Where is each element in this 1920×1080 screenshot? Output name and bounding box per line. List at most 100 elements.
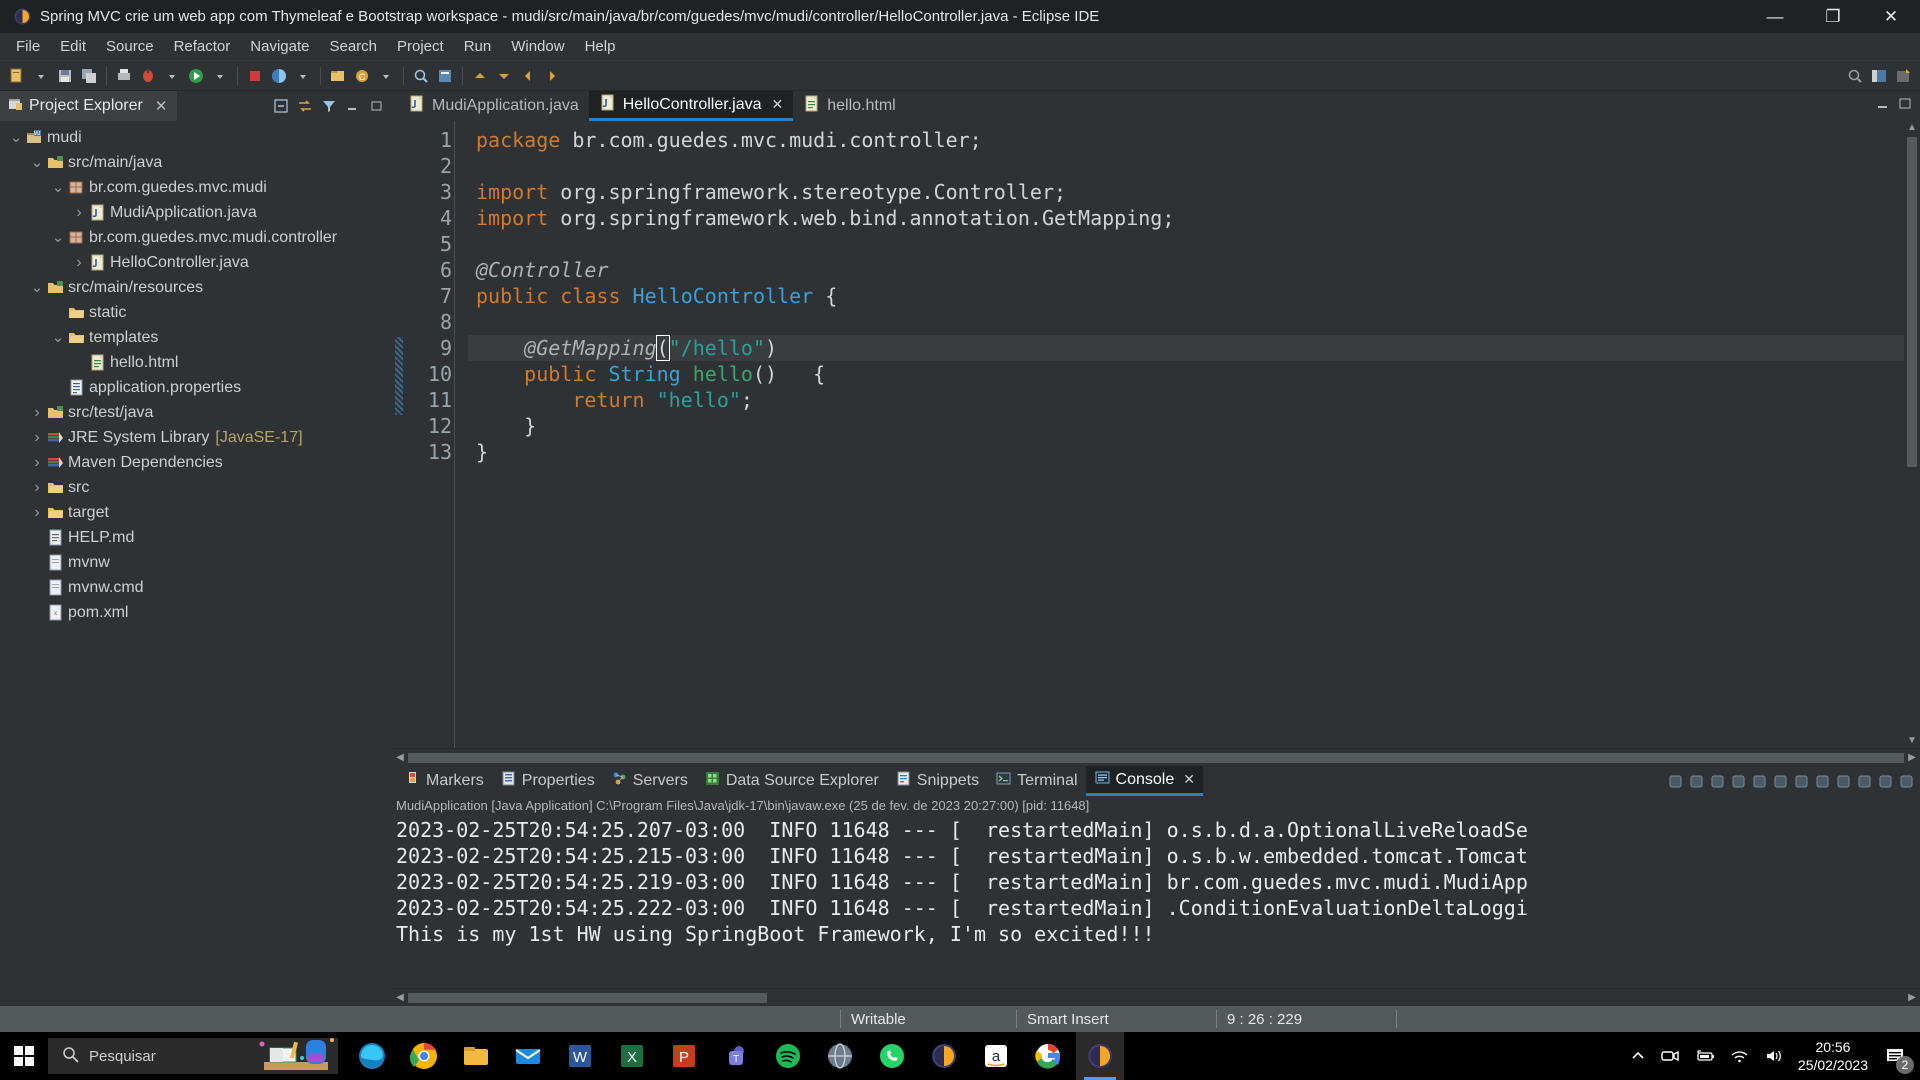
debug-dropdown-icon[interactable] xyxy=(161,65,183,87)
editor-tab-row[interactable]: MudiApplication.java HelloController.java… xyxy=(392,91,1920,121)
editor-horizontal-scrollbar[interactable]: ◀ ▶ xyxy=(392,748,1920,766)
spotify-icon[interactable] xyxy=(764,1032,812,1080)
console-scroll-left-arrow[interactable]: ◀ xyxy=(392,992,408,1003)
minimize-console-icon[interactable] xyxy=(1877,773,1893,789)
bottom-panel-tab[interactable]: Terminal xyxy=(987,766,1085,796)
taskbar-search-box[interactable]: Pesquisar xyxy=(48,1038,338,1074)
tree-item[interactable]: › src xyxy=(0,475,392,500)
vertical-scroll-thumb[interactable] xyxy=(1907,137,1917,467)
teams-icon[interactable]: T xyxy=(712,1032,760,1080)
chevron-down-icon[interactable]: ⌄ xyxy=(50,180,66,195)
chevron-right-icon[interactable]: › xyxy=(29,454,45,472)
code-line[interactable]: import org.springframework.web.bind.anno… xyxy=(468,205,1920,231)
next-annotation-icon[interactable] xyxy=(493,65,515,87)
save-icon[interactable] xyxy=(54,65,76,87)
file-explorer-icon[interactable] xyxy=(452,1032,500,1080)
display-console-icon[interactable] xyxy=(1814,773,1830,789)
menu-item-run[interactable]: Run xyxy=(454,36,502,57)
horizontal-scroll-track[interactable] xyxy=(408,752,1904,763)
minimize-editor-icon[interactable] xyxy=(1876,97,1890,116)
code-line[interactable]: @Controller xyxy=(468,257,1920,283)
new-icon[interactable] xyxy=(6,65,28,87)
code-line[interactable] xyxy=(468,153,1920,179)
menu-item-project[interactable]: Project xyxy=(387,36,454,57)
google-icon[interactable] xyxy=(1024,1032,1072,1080)
editor-tab[interactable]: hello.html xyxy=(793,91,905,121)
search-toolbar-icon[interactable] xyxy=(410,65,432,87)
tree-item[interactable]: HELP.md xyxy=(0,525,392,550)
chevron-down-icon[interactable]: ⌄ xyxy=(8,130,24,145)
eclipse-ide-icon[interactable] xyxy=(1076,1032,1124,1080)
scroll-down-arrow[interactable]: ▼ xyxy=(1907,734,1917,748)
source-editor[interactable]: 1 2 3 4 5 6 7 8 9 10 11 12 13 package br.com.guedes.… xyxy=(392,121,1920,748)
menu-item-window[interactable]: Window xyxy=(501,36,574,57)
chevron-down-icon[interactable]: ⌄ xyxy=(50,330,66,345)
print-icon[interactable] xyxy=(113,65,135,87)
tree-item[interactable]: mvnw xyxy=(0,550,392,575)
code-line[interactable]: package br.com.guedes.mvc.mudi.controlle… xyxy=(468,127,1920,153)
tree-item[interactable]: ⌄ br.com.guedes.mvc.mudi.controller xyxy=(0,225,392,250)
scroll-lock-icon[interactable] xyxy=(1751,773,1767,789)
new-dropdown-icon[interactable] xyxy=(30,65,52,87)
camera-icon[interactable] xyxy=(1660,1048,1680,1064)
terminate-icon[interactable] xyxy=(244,65,266,87)
run-dropdown-icon[interactable] xyxy=(209,65,231,87)
code-line[interactable]: } xyxy=(468,439,1920,465)
notification-center-icon[interactable]: 2 xyxy=(1882,1042,1914,1074)
pin-console-icon[interactable] xyxy=(1793,773,1809,789)
powerpoint-icon[interactable]: P xyxy=(660,1032,708,1080)
code-line[interactable] xyxy=(468,231,1920,257)
console-scroll-right-arrow[interactable]: ▶ xyxy=(1904,992,1920,1003)
tree-item[interactable]: › HelloController.java xyxy=(0,250,392,275)
close-button[interactable]: ✕ xyxy=(1862,0,1920,33)
tab-project-explorer[interactable]: Project Explorer ✕ xyxy=(0,91,178,121)
debug-icon[interactable] xyxy=(137,65,159,87)
show-hidden-icons-icon[interactable] xyxy=(1630,1048,1646,1064)
bottom-panel-tab[interactable]: Markers xyxy=(396,766,492,796)
open-type-icon[interactable] xyxy=(434,65,456,87)
bottom-panel-tab[interactable]: Data Source Explorer xyxy=(696,766,887,796)
browser-icon[interactable] xyxy=(816,1032,864,1080)
word-wrap-icon[interactable] xyxy=(1772,773,1788,789)
scroll-up-arrow[interactable]: ▲ xyxy=(1907,121,1917,135)
console-output[interactable]: 2023-02-25T20:54:25.207-03:00 INFO 11648… xyxy=(392,815,1920,988)
tree-item[interactable]: › JRE System Library [JavaSE-17] xyxy=(0,425,392,450)
close-icon[interactable]: ✕ xyxy=(771,96,783,113)
horizontal-scroll-thumb[interactable] xyxy=(408,752,1904,763)
editor-vertical-scrollbar[interactable]: ▲ ▼ xyxy=(1904,121,1920,748)
bottom-panel-tab[interactable]: Snippets xyxy=(887,766,987,796)
tree-item[interactable]: ⌄ templates xyxy=(0,325,392,350)
tree-item[interactable]: ⌄ src/main/resources xyxy=(0,275,392,300)
mail-icon[interactable] xyxy=(504,1032,552,1080)
bottom-panel-tab[interactable]: Console ✕ xyxy=(1085,766,1203,796)
console-horizontal-scrollbar[interactable]: ◀ ▶ xyxy=(392,988,1920,1006)
chevron-right-icon[interactable]: › xyxy=(29,504,45,522)
menu-item-refactor[interactable]: Refactor xyxy=(164,36,241,57)
new-class-dropdown-icon[interactable] xyxy=(375,65,397,87)
edge-icon[interactable] xyxy=(348,1032,396,1080)
new-class-icon[interactable]: C xyxy=(351,65,373,87)
maximize-view-icon[interactable] xyxy=(368,97,386,115)
console-scroll-track[interactable] xyxy=(408,992,1904,1003)
perspective-java-icon[interactable] xyxy=(1868,65,1890,87)
menu-item-edit[interactable]: Edit xyxy=(50,36,96,57)
tree-item[interactable]: ⌄ MJ mudi xyxy=(0,125,392,150)
previous-annotation-icon[interactable] xyxy=(469,65,491,87)
tree-item[interactable]: x pom.xml xyxy=(0,600,392,625)
chevron-right-icon[interactable]: › xyxy=(29,404,45,422)
chevron-down-icon[interactable]: ⌄ xyxy=(29,155,45,170)
bottom-panel-tab[interactable]: Properties xyxy=(492,766,603,796)
code-line[interactable]: } xyxy=(468,413,1920,439)
menu-item-source[interactable]: Source xyxy=(96,36,164,57)
remove-all-launches-icon[interactable] xyxy=(1709,773,1725,789)
chevron-down-icon[interactable]: ⌄ xyxy=(50,230,66,245)
chevron-right-icon[interactable]: › xyxy=(71,204,87,222)
tree-item[interactable]: › Maven Dependencies xyxy=(0,450,392,475)
excel-icon[interactable]: X xyxy=(608,1032,656,1080)
tree-item[interactable]: ⌄ src/main/java xyxy=(0,150,392,175)
tree-item[interactable]: › src/test/java xyxy=(0,400,392,425)
start-button-icon[interactable] xyxy=(0,1032,48,1080)
collapse-all-icon[interactable] xyxy=(272,97,290,115)
menu-item-navigate[interactable]: Navigate xyxy=(240,36,319,57)
view-menu-icon[interactable] xyxy=(320,97,338,115)
